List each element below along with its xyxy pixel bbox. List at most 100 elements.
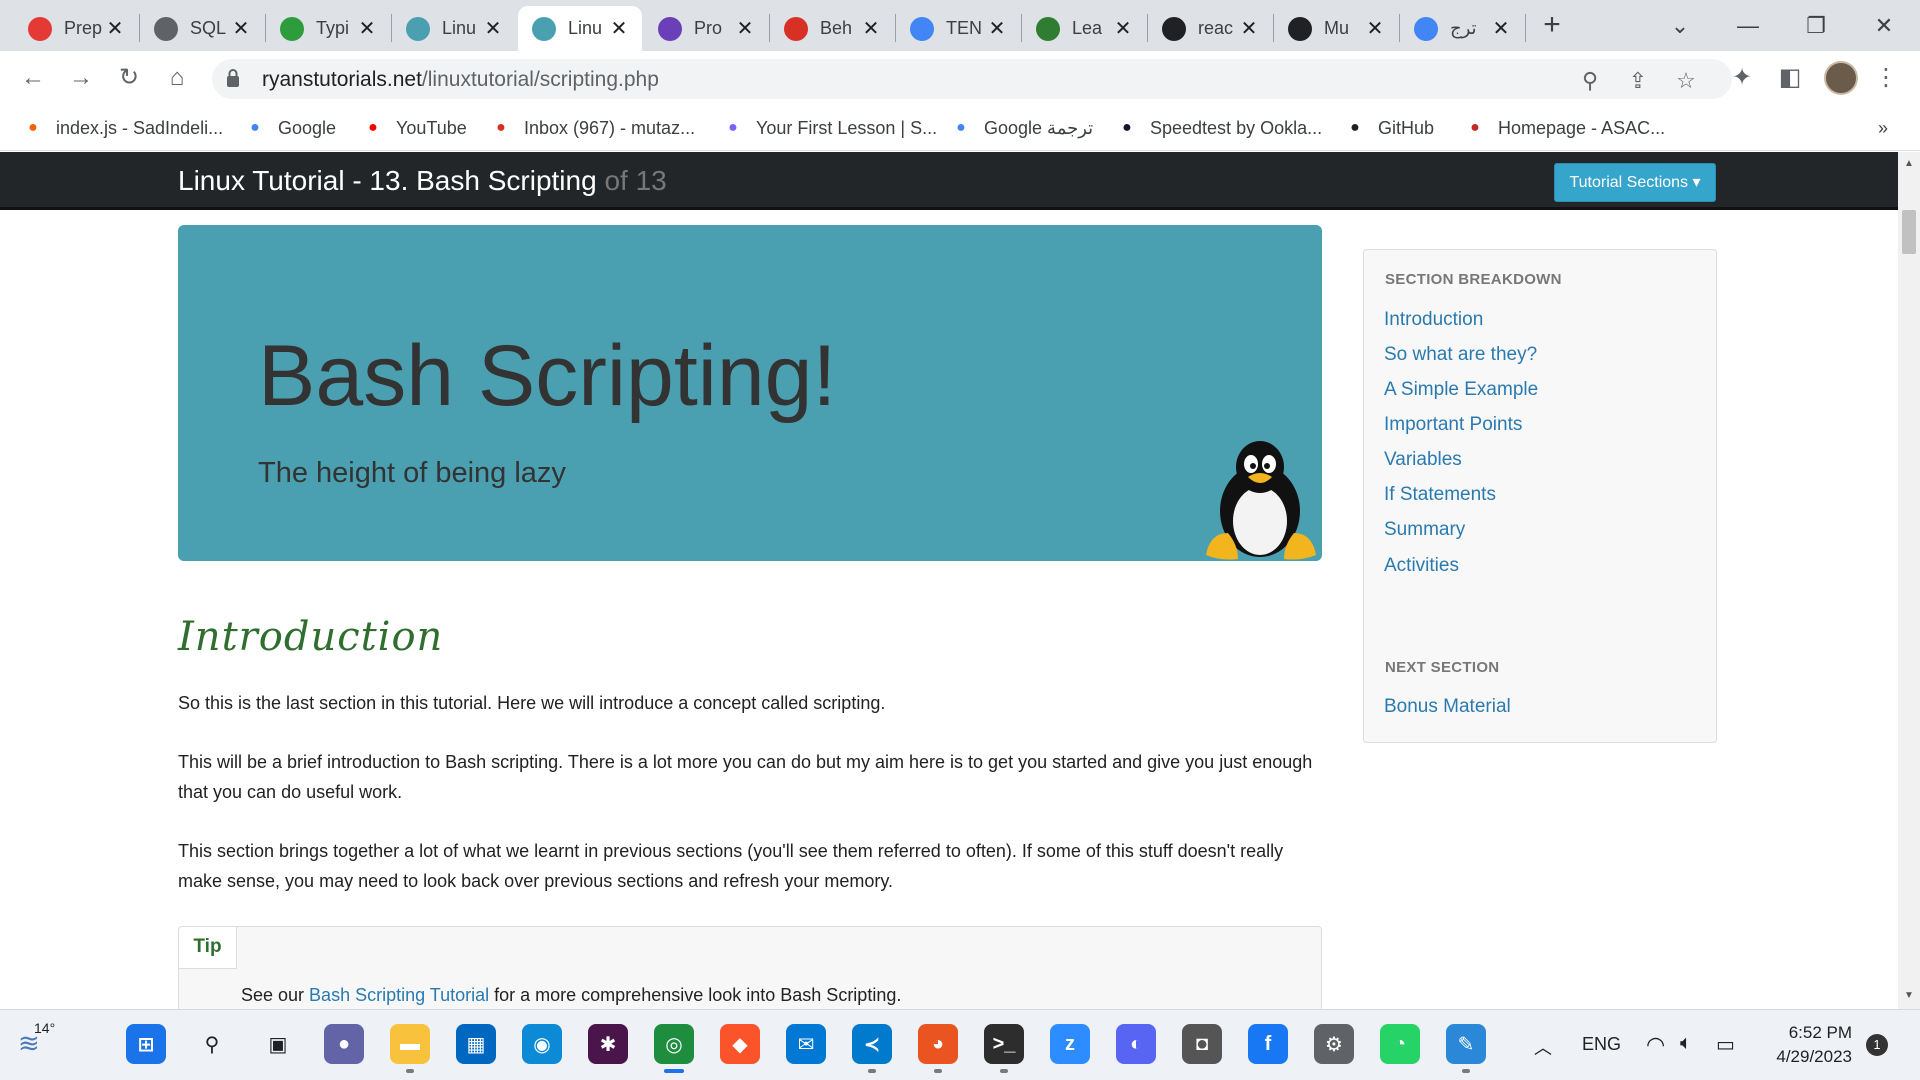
tab-close-icon[interactable]: ✕ <box>1490 16 1512 41</box>
tab-close-icon[interactable]: ✕ <box>482 16 504 41</box>
file-explorer-icon[interactable]: ▬ <box>390 1024 430 1064</box>
browser-tab[interactable]: Lea ✕ <box>1022 6 1146 51</box>
address-bar[interactable]: ryanstutorials.net/linuxtutorial/scripti… <box>212 59 1732 99</box>
sidebar-link[interactable]: If Statements <box>1384 484 1496 506</box>
bookmark-item[interactable]: ● Inbox (967) - mutaz... <box>490 114 695 142</box>
browser-tab[interactable]: Linu ✕ <box>392 6 516 51</box>
browser-tab[interactable]: Mu ✕ <box>1274 6 1398 51</box>
tutorial-sections-button[interactable]: Tutorial Sections ▾ <box>1554 163 1716 202</box>
mail-icon[interactable]: ✉ <box>786 1024 826 1064</box>
show-hidden-icons-chevron-icon[interactable]: ︿ <box>1534 1034 1552 1060</box>
sidebar-link[interactable]: Summary <box>1384 519 1465 541</box>
settings-icon[interactable]: ⚙ <box>1314 1024 1354 1064</box>
bookmark-item[interactable]: ● index.js - SadIndeli... <box>22 114 223 142</box>
volume-icon[interactable]: 🔈︎ <box>1680 1032 1692 1055</box>
close-window-button[interactable]: ✕ <box>1854 8 1914 44</box>
new-tab-button[interactable]: + <box>1534 8 1570 44</box>
bookmark-item[interactable]: ● GitHub <box>1344 114 1434 142</box>
notification-badge[interactable]: 1 <box>1866 1034 1888 1056</box>
clock-time[interactable]: 6:52 PM <box>1784 1023 1852 1043</box>
chrome-icon[interactable]: ◎ <box>654 1024 694 1064</box>
ubuntu-icon[interactable]: ◕ <box>918 1024 958 1064</box>
sidebar-link[interactable]: A Simple Example <box>1384 379 1538 401</box>
scrollbar-thumb[interactable] <box>1902 210 1916 254</box>
tab-close-icon[interactable]: ✕ <box>608 16 630 41</box>
sidebar-link[interactable]: Variables <box>1384 449 1462 471</box>
extensions-icon[interactable]: ✦ <box>1723 59 1761 97</box>
scroll-down-arrow[interactable]: ▼ <box>1903 990 1915 1001</box>
profile-avatar[interactable] <box>1824 61 1858 95</box>
search-icon[interactable]: ⚲ <box>192 1024 232 1064</box>
next-section-link[interactable]: Bonus Material <box>1384 696 1511 718</box>
tab-close-icon[interactable]: ✕ <box>860 16 882 41</box>
terminal-icon[interactable]: >_ <box>984 1024 1024 1064</box>
browser-tab[interactable]: Typi ✕ <box>266 6 390 51</box>
tab-close-icon[interactable]: ✕ <box>1364 16 1386 41</box>
scroll-up-arrow[interactable]: ▲ <box>1903 158 1915 169</box>
bookmark-star-icon[interactable]: ☆ <box>1672 67 1700 95</box>
paint-icon[interactable]: ✎ <box>1446 1024 1486 1064</box>
bookmark-item[interactable]: ● YouTube <box>362 114 467 142</box>
wifi-icon[interactable]: ◠ <box>1646 1032 1665 1058</box>
share-icon[interactable]: ⇪ <box>1624 67 1652 95</box>
bookmark-item[interactable]: ● Homepage - ASAC... <box>1464 114 1665 142</box>
zoom-icon[interactable]: ⚲ <box>1576 67 1604 95</box>
tip-tab[interactable]: Tip <box>179 927 237 969</box>
bash-scripting-tutorial-link[interactable]: Bash Scripting Tutorial <box>309 985 489 1005</box>
tab-close-icon[interactable]: ✕ <box>1112 16 1134 41</box>
edge-icon[interactable]: ◉ <box>522 1024 562 1064</box>
clock-date[interactable]: 4/29/2023 <box>1764 1047 1852 1067</box>
task-view-icon[interactable]: ▣ <box>258 1024 298 1064</box>
discord-icon[interactable]: ◐ <box>1116 1024 1156 1064</box>
browser-tab[interactable]: Pro ✕ <box>644 6 768 51</box>
tab-close-icon[interactable]: ✕ <box>986 16 1008 41</box>
vscode-icon[interactable]: ≺ <box>852 1024 892 1064</box>
menu-kebab-icon[interactable]: ⋮ <box>1867 59 1905 97</box>
back-button[interactable]: ← <box>14 59 52 97</box>
minimize-button[interactable]: — <box>1718 8 1778 44</box>
browser-tab[interactable]: Beh ✕ <box>770 6 894 51</box>
browser-tab[interactable]: SQL ✕ <box>140 6 264 51</box>
page-scrollbar[interactable]: ▲ ▼ <box>1898 152 1920 1009</box>
slack-icon[interactable]: ✱ <box>588 1024 628 1064</box>
facebook-icon[interactable]: f <box>1248 1024 1288 1064</box>
sidebar-link[interactable]: So what are they? <box>1384 344 1537 366</box>
bookmark-item[interactable]: ● Speedtest by Ookla... <box>1116 114 1322 142</box>
camera-icon[interactable]: ◘ <box>1182 1024 1222 1064</box>
bookmark-item[interactable]: ● Google <box>244 114 336 142</box>
brave-icon[interactable]: ◆ <box>720 1024 760 1064</box>
lock-icon[interactable] <box>226 68 240 88</box>
reload-button[interactable]: ↻ <box>110 59 148 97</box>
browser-tab[interactable]: Linu ✕ <box>518 6 642 51</box>
sidebar-link[interactable]: Activities <box>1384 555 1459 577</box>
maximize-button[interactable]: ❐ <box>1786 8 1846 44</box>
tab-close-icon[interactable]: ✕ <box>104 16 126 41</box>
teams-chat-icon[interactable]: ● <box>324 1024 364 1064</box>
browser-tab[interactable]: Prep ✕ <box>14 6 138 51</box>
tab-title: TEN <box>946 18 982 38</box>
language-indicator[interactable]: ENG <box>1582 1034 1621 1055</box>
tab-close-icon[interactable]: ✕ <box>734 16 756 41</box>
browser-tab[interactable]: reac ✕ <box>1148 6 1272 51</box>
sidebar-link[interactable]: Important Points <box>1384 414 1522 436</box>
forward-button[interactable]: → <box>62 59 100 97</box>
tab-close-icon[interactable]: ✕ <box>230 16 252 41</box>
bookmark-item[interactable]: ● Your First Lesson | S... <box>722 114 937 142</box>
home-button[interactable]: ⌂ <box>158 59 196 97</box>
tab-close-icon[interactable]: ✕ <box>1238 16 1260 41</box>
start-icon[interactable]: ⊞ <box>126 1024 166 1064</box>
whatsapp-icon[interactable]: ◔ <box>1380 1024 1420 1064</box>
microsoft-store-icon[interactable]: ▦ <box>456 1024 496 1064</box>
more-bookmarks-button[interactable]: » <box>1878 114 1888 142</box>
browser-tab[interactable]: ترج ✕ <box>1400 6 1524 51</box>
tab-close-icon[interactable]: ✕ <box>356 16 378 41</box>
browser-tab[interactable]: TEN ✕ <box>896 6 1020 51</box>
battery-icon[interactable]: ▭ <box>1716 1032 1735 1057</box>
running-indicator <box>868 1069 876 1073</box>
bookmark-item[interactable]: ● Google ترجمة <box>950 114 1093 142</box>
side-panel-icon[interactable]: ◧ <box>1771 59 1809 97</box>
tab-search-button[interactable]: ⌄ <box>1650 8 1710 44</box>
sidebar-link[interactable]: Introduction <box>1384 309 1483 331</box>
site-brand[interactable]: Linux Tutorial - 13. Bash Scripting of 1… <box>178 165 667 197</box>
zoom-icon[interactable]: z <box>1050 1024 1090 1064</box>
